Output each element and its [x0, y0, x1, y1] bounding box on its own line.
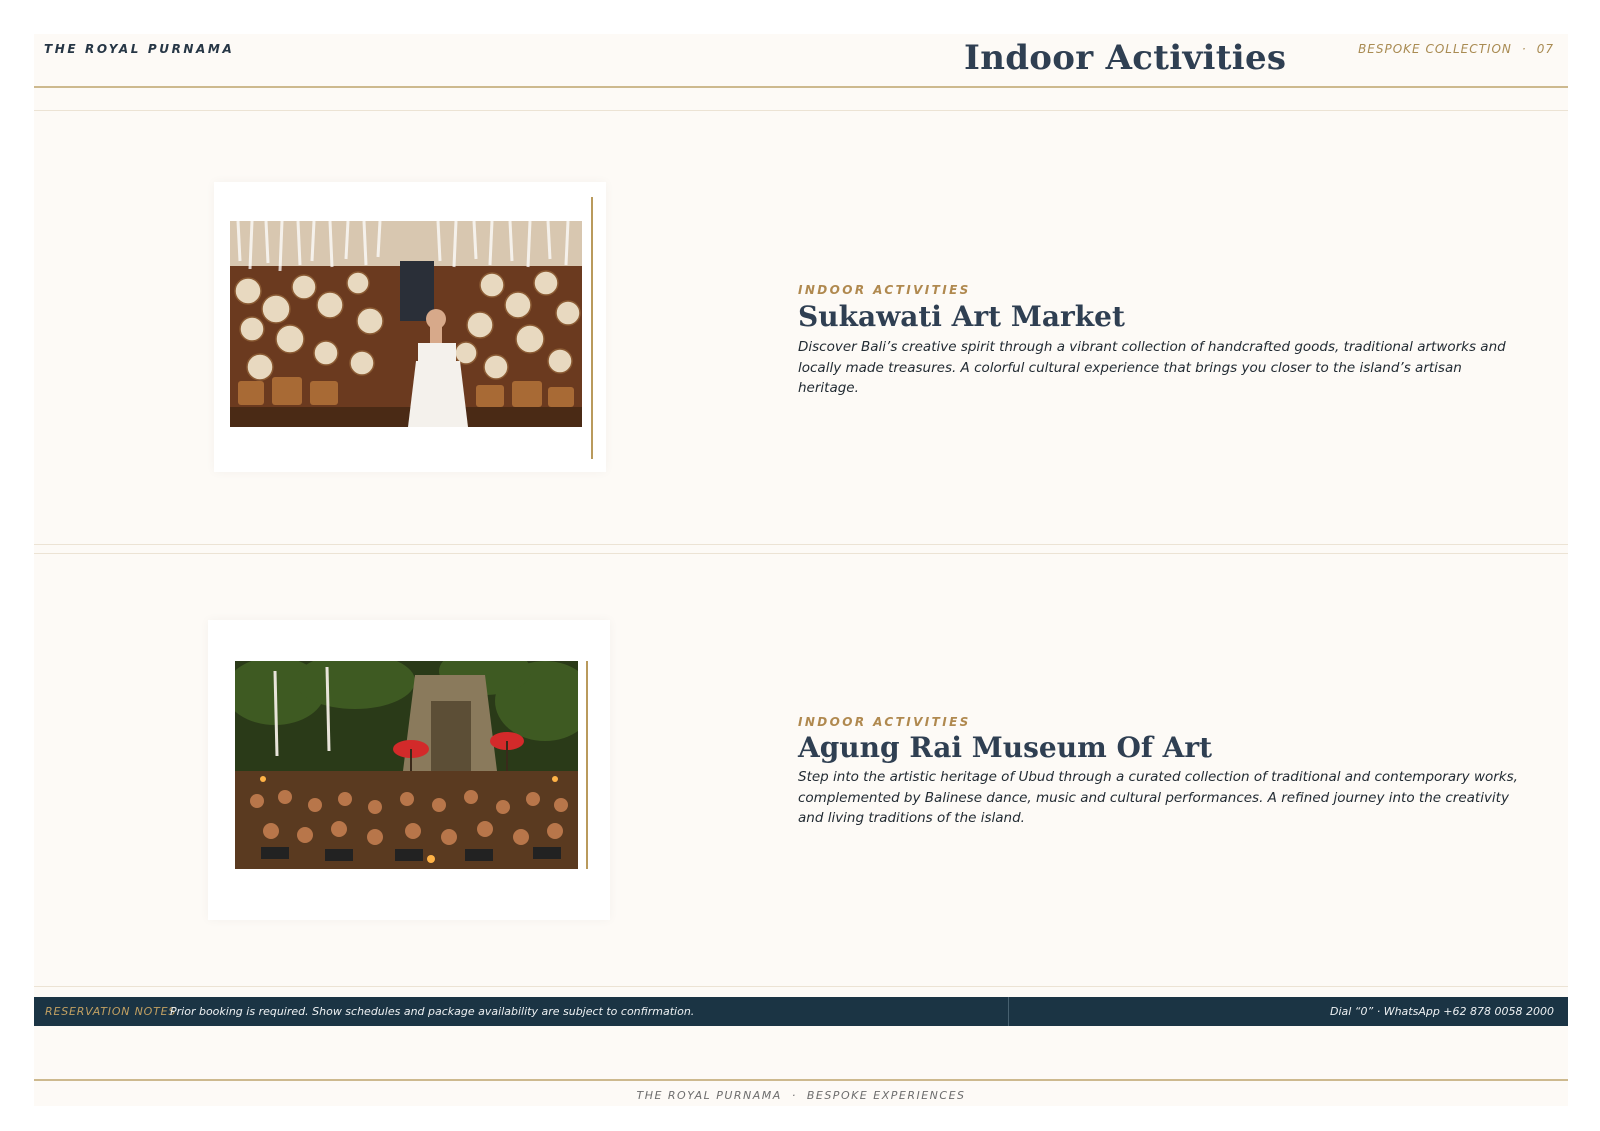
photo-accent-line: [591, 197, 593, 459]
sukawati-market-photo: [230, 221, 582, 427]
page-title: Indoor Activities: [964, 38, 1287, 78]
photo-accent-line: [586, 661, 588, 869]
page-number: 07: [1536, 42, 1554, 56]
section-divider: [34, 544, 1568, 545]
section-divider-bottom: [34, 986, 1568, 987]
footer-separator: ·: [791, 1089, 797, 1102]
reservation-contact: Dial “0” · WhatsApp +62 878 0058 2000: [1329, 1005, 1554, 1018]
footer-brand: THE ROYAL PURNAMA: [636, 1089, 782, 1102]
section-divider-top: [34, 110, 1568, 111]
collection-label: BESPOKE COLLECTION · 07: [1358, 42, 1554, 56]
activity-description: Discover Bali’s creative spirit through …: [798, 339, 1506, 396]
agung-rai-museum-photo: [235, 661, 578, 869]
page-header: THE ROYAL PURNAMA Indoor Activities BESP…: [34, 34, 1568, 90]
notes-divider: [1008, 997, 1009, 1026]
footer-divider: [34, 1079, 1568, 1081]
reservation-notes-label: RESERVATION NOTES: [45, 1005, 177, 1018]
activity-eyebrow: INDOOR ACTIVITIES: [798, 715, 971, 729]
activity-title: Sukawati Art Market: [798, 300, 1125, 333]
activity-photo-card: [214, 182, 606, 472]
reservation-notes-bar: RESERVATION NOTES Prior booking is requi…: [34, 997, 1568, 1026]
activity-title: Agung Rai Museum Of Art: [798, 731, 1213, 764]
footer-tagline: BESPOKE EXPERIENCES: [806, 1089, 966, 1102]
activity-photo-card: [208, 620, 610, 920]
section-divider: [34, 553, 1568, 554]
collection-separator: ·: [1521, 42, 1527, 56]
reservation-notes-text: Prior booking is required. Show schedule…: [170, 1005, 695, 1018]
activity-description: Step into the artistic heritage of Ubud …: [798, 769, 1518, 826]
activity-eyebrow: INDOOR ACTIVITIES: [798, 283, 971, 297]
page-footer: THE ROYAL PURNAMA · BESPOKE EXPERIENCES: [34, 1089, 1568, 1102]
brand-name: THE ROYAL PURNAMA: [44, 42, 235, 56]
collection-name: BESPOKE COLLECTION: [1358, 42, 1512, 56]
brochure-page: THE ROYAL PURNAMA Indoor Activities BESP…: [34, 34, 1568, 1106]
header-divider: [34, 86, 1568, 88]
